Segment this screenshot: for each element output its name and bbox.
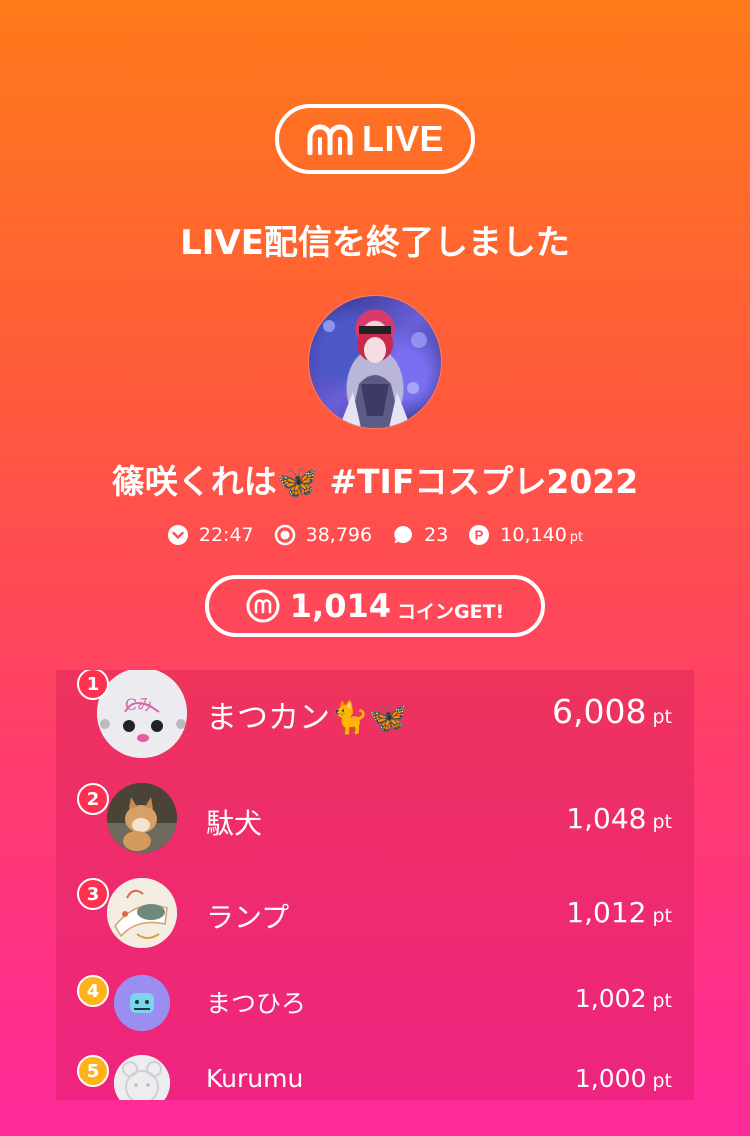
viewers-icon: [274, 524, 295, 546]
page-title: LIVE配信を終了しました: [180, 223, 570, 263]
points-value: 10,140: [500, 524, 567, 546]
stats-bar: 22:47 38,796 23 P 10,140 pt: [0, 524, 750, 546]
logo-live-text: LIVE: [361, 118, 444, 159]
ranking-row[interactable]: 3 ランプ 1,012 pt: [56, 870, 694, 970]
user-name: ランプ: [206, 901, 290, 934]
streamer-avatar-image: [323, 320, 427, 428]
points-unit: pt: [569, 530, 584, 545]
comment-bubble-icon: [394, 526, 413, 544]
user-avatar[interactable]: [114, 975, 170, 1031]
supporter-ranking: 1 Cみ まつカン🐈🦋 6,008 pt 2 駄犬 1,048 pt 3 ランプ…: [56, 670, 694, 1100]
ranking-row[interactable]: 5 Kurumu 1,000 pt: [56, 1050, 694, 1100]
user-avatar[interactable]: Cみ: [97, 670, 187, 758]
user-points: 1,048 pt: [566, 802, 672, 835]
points-unit: pt: [652, 1070, 672, 1092]
rank-badge: 3: [77, 878, 109, 910]
points-unit: pt: [652, 811, 672, 833]
user-points: 6,008 pt: [552, 692, 672, 731]
user-name: まつカン🐈🦋: [206, 700, 408, 736]
points-value: 1,012: [566, 896, 647, 929]
points-value: 1,048: [566, 802, 647, 835]
duration-value: 22:47: [198, 524, 254, 546]
viewers-value: 38,796: [305, 524, 373, 546]
mixch-live-logo: LIVE: [275, 104, 475, 174]
channel-name: 篠咲くれは🦋 #TIFコスプレ2022: [111, 462, 639, 501]
coin-amount: 1,014: [289, 587, 391, 625]
user-points: 1,002 pt: [575, 984, 672, 1013]
svg-text:Cみ: Cみ: [125, 695, 153, 714]
comments-value: 23: [424, 524, 449, 546]
user-avatar[interactable]: [114, 1055, 170, 1100]
points-value: 6,008: [552, 692, 647, 731]
m-logo-icon: [307, 124, 353, 155]
ranking-row[interactable]: 1 Cみ まつカン🐈🦋 6,008 pt: [56, 670, 694, 770]
ranking-row[interactable]: 2 駄犬 1,048 pt: [56, 770, 694, 870]
svg-text:P: P: [475, 528, 484, 543]
streamer-avatar[interactable]: [309, 296, 441, 428]
rank-badge: 5: [77, 1055, 109, 1087]
coin-m-icon: [246, 589, 280, 623]
user-points: 1,012 pt: [566, 896, 672, 929]
stat-duration: 22:47: [167, 524, 254, 546]
points-unit: pt: [652, 706, 672, 728]
chevron-down-circle-icon: [167, 525, 188, 545]
stat-points: P 10,140 pt: [468, 524, 583, 546]
user-points: 1,000 pt: [575, 1064, 672, 1093]
user-name: まつひろ: [206, 989, 307, 1018]
coin-get-badge: 1,014 コインGET!: [205, 575, 545, 637]
rank-badge: 2: [77, 783, 109, 815]
user-name: Kurumu: [206, 1064, 304, 1093]
stat-comments: 23: [392, 524, 448, 546]
rank-badge: 4: [77, 975, 109, 1007]
points-value: 1,000: [574, 1064, 647, 1093]
user-name: 駄犬: [206, 807, 263, 840]
user-avatar[interactable]: [107, 878, 177, 948]
points-unit: pt: [652, 990, 672, 1012]
coin-suffix: コインGET!: [397, 600, 505, 623]
points-p-icon: P: [469, 525, 490, 545]
points-unit: pt: [652, 905, 672, 927]
stat-viewers: 38,796: [274, 524, 372, 546]
user-avatar[interactable]: [107, 783, 177, 853]
points-value: 1,002: [574, 984, 647, 1013]
